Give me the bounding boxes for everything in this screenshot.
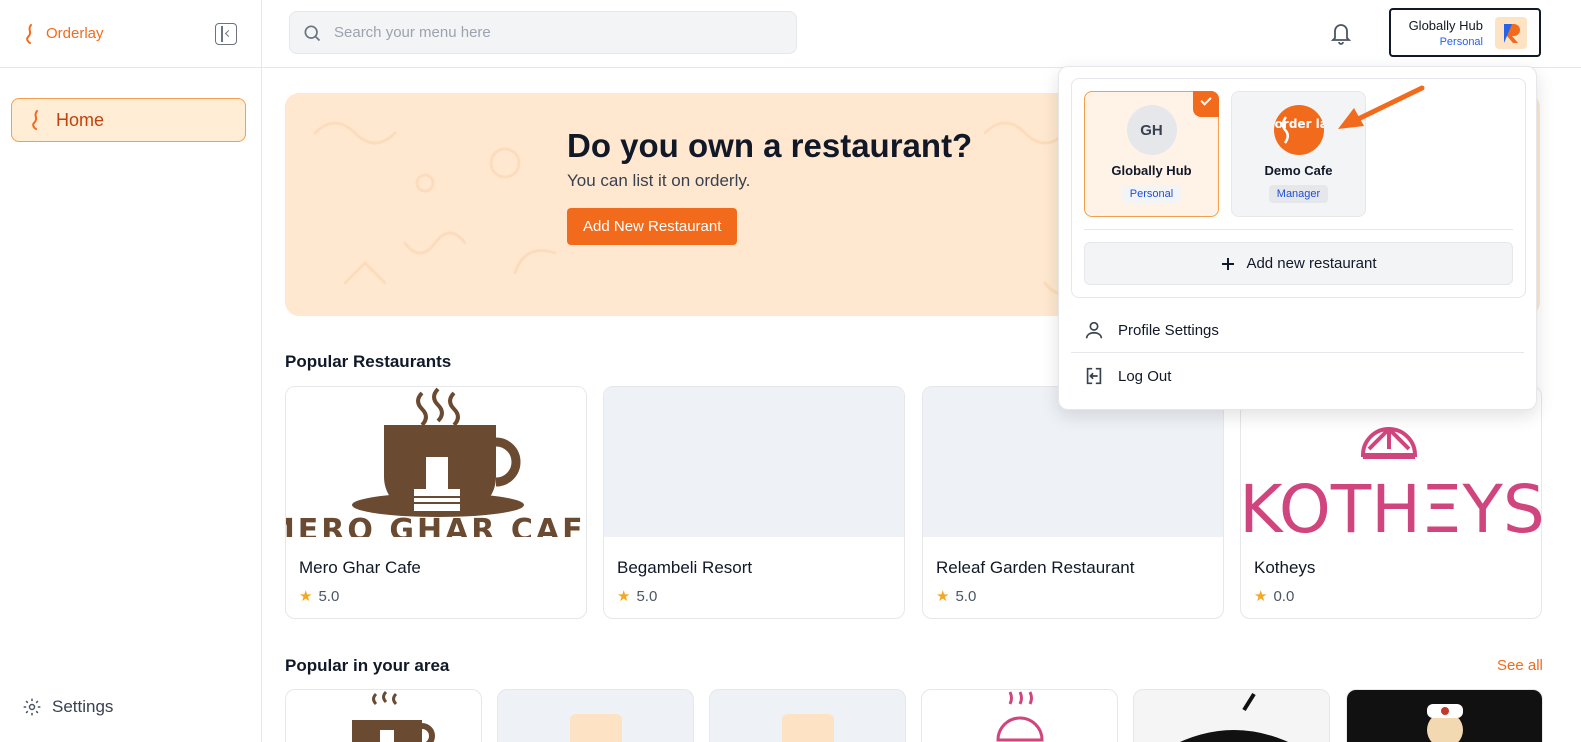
restaurant-image: MERO GHAR CAFE xyxy=(286,387,586,537)
restaurant-option-role: Manager xyxy=(1268,185,1329,203)
kotheys-logo xyxy=(996,691,1044,742)
restaurant-avatar: GH xyxy=(1126,105,1177,155)
banner-title: Do you own a restaurant? xyxy=(567,127,973,164)
restaurant-name: Releaf Garden Restaurant xyxy=(936,558,1135,577)
brand-name: Orderlay xyxy=(46,25,104,42)
restaurant-option-name: Globally Hub xyxy=(1111,163,1192,178)
divider xyxy=(1071,352,1524,353)
selected-check-icon xyxy=(1193,91,1219,117)
restaurant-card[interactable]: MERO GHAR CAFE Mero Ghar Cafe ★5.0 xyxy=(285,386,587,619)
coffee-cup-logo: MERO GHAR CAFE xyxy=(286,387,586,537)
profile-settings-label: Profile Settings xyxy=(1118,321,1219,339)
divider xyxy=(1084,229,1513,230)
sidebar-item-home[interactable]: Home xyxy=(11,98,246,142)
annotation-arrow-icon xyxy=(1338,85,1425,129)
profile-settings-menu-item[interactable]: Profile Settings xyxy=(1083,319,1219,341)
logout-label: Log Out xyxy=(1118,367,1172,385)
sidebar-item-label: Settings xyxy=(52,697,114,716)
sidebar: Orderlay Home Settings xyxy=(0,0,262,742)
account-avatar xyxy=(1495,16,1527,49)
user-icon xyxy=(1085,321,1103,339)
svg-text:KOTHΞYS: KOTHΞYS xyxy=(1241,471,1541,537)
plus-icon xyxy=(1222,257,1235,270)
account-dropdown-menu: GH Globally Hub Personal order lay Demo … xyxy=(1058,66,1537,410)
restaurant-card[interactable]: Releaf Garden Restaurant ★ 5.0 xyxy=(922,386,1224,619)
brand-logo[interactable]: Orderlay xyxy=(24,23,104,44)
restaurant-option-name: Demo Cafe xyxy=(1264,163,1333,178)
restaurant-switcher-panel: GH Globally Hub Personal order lay Demo … xyxy=(1071,78,1526,298)
sidebar-item-settings[interactable]: Settings xyxy=(22,697,113,717)
add-new-restaurant-menu-button[interactable]: Add new restaurant xyxy=(1084,242,1513,285)
restaurant-rating: ★ 5.0 xyxy=(299,587,340,606)
placeholder-image-icon xyxy=(782,714,834,742)
brand-bar: Orderlay xyxy=(0,0,261,68)
restaurant-rating: ★ 5.0 xyxy=(936,587,977,606)
search-input[interactable] xyxy=(334,24,754,41)
app-logo-icon xyxy=(1504,23,1520,43)
star-icon: ★ xyxy=(1254,588,1268,605)
search-box[interactable] xyxy=(289,11,797,54)
logout-menu-item[interactable]: Log Out xyxy=(1083,365,1171,387)
star-icon: ★ xyxy=(617,588,631,605)
notification-bell-icon[interactable] xyxy=(1329,20,1353,51)
add-new-restaurant-label: Add new restaurant xyxy=(1246,255,1377,272)
restaurant-option-globally-hub[interactable]: GH Globally Hub Personal xyxy=(1084,91,1219,217)
top-bar: Globally Hub Personal xyxy=(262,0,1581,68)
orderlay-logo-icon: order lay xyxy=(1274,116,1324,144)
svg-text:order lay: order lay xyxy=(1274,117,1323,131)
flame-icon xyxy=(32,110,38,130)
area-restaurant-card[interactable] xyxy=(709,689,906,742)
restaurant-avatar: order lay xyxy=(1273,105,1324,155)
restaurant-logo xyxy=(1180,692,1288,742)
add-new-restaurant-button[interactable]: Add New Restaurant xyxy=(567,208,738,245)
logout-icon xyxy=(1086,367,1102,385)
sidebar-item-label: Home xyxy=(56,109,105,130)
restaurant-rating: ★ 0.0 xyxy=(1254,587,1295,606)
account-name: Globally Hub xyxy=(1408,17,1483,33)
placeholder-image-icon xyxy=(570,714,622,742)
see-all-link[interactable]: See all xyxy=(1497,657,1543,674)
area-restaurant-card[interactable] xyxy=(1133,689,1330,742)
area-restaurant-card[interactable] xyxy=(1346,689,1543,742)
restaurant-name: Begambeli Resort xyxy=(617,558,753,577)
area-restaurant-card[interactable] xyxy=(285,689,482,742)
gear-icon xyxy=(23,698,41,716)
banner-subtitle: You can list it on orderly. xyxy=(567,171,751,190)
star-icon: ★ xyxy=(936,588,950,605)
restaurant-image-placeholder xyxy=(604,387,904,537)
restaurant-name: Mero Ghar Cafe xyxy=(299,558,421,577)
restaurant-option-role: Personal xyxy=(1121,185,1182,203)
restaurant-name: Kotheys xyxy=(1254,558,1316,577)
section-title-area: Popular in your area xyxy=(285,656,450,675)
sidebar-collapse-icon[interactable] xyxy=(215,22,237,45)
chef-logo xyxy=(1427,704,1463,742)
area-restaurant-card[interactable] xyxy=(921,689,1118,742)
restaurant-card[interactable]: KOTHΞYS Kotheys ★ 0.0 xyxy=(1240,386,1542,619)
svg-text:MERO GHAR CAFE: MERO GHAR CAFE xyxy=(286,513,586,537)
flame-logo-icon xyxy=(26,23,32,44)
area-restaurant-card[interactable] xyxy=(497,689,694,742)
section-title-popular: Popular Restaurants xyxy=(285,352,452,371)
account-role: Personal xyxy=(1439,35,1483,48)
coffee-cup-logo xyxy=(352,690,435,742)
star-icon: ★ xyxy=(299,588,313,605)
account-switcher-button[interactable]: Globally Hub Personal xyxy=(1389,8,1541,57)
restaurant-rating: ★ 5.0 xyxy=(617,587,658,606)
restaurant-card[interactable]: Begambeli Resort ★ 5.0 xyxy=(603,386,905,619)
search-icon xyxy=(304,25,321,41)
